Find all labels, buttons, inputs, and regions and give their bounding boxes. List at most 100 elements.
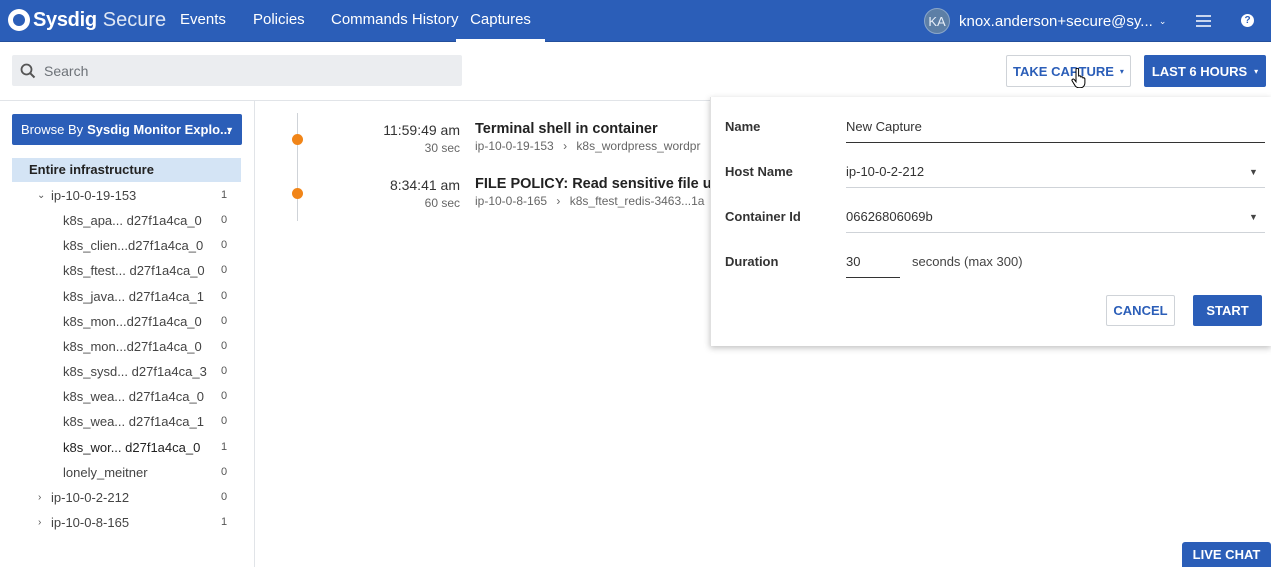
- caret-down-icon[interactable]: ▼: [1249, 167, 1258, 177]
- container-id-label: Container Id: [725, 209, 801, 224]
- event-time: 8:34:41 am: [389, 177, 460, 193]
- tree-item-container[interactable]: k8s_clien...d27f1a4ca_0 0: [0, 233, 254, 258]
- tree-item-count: 0: [221, 214, 228, 226]
- take-capture-label: TAKE CAPTURE: [1013, 63, 1114, 79]
- container-id-select[interactable]: 06626806069b: [846, 209, 933, 224]
- nav-item-captures[interactable]: Captures: [456, 0, 545, 42]
- tree-item-container[interactable]: k8s_wor... d27f1a4ca_0 1: [0, 435, 254, 460]
- event-title[interactable]: FILE POLICY: Read sensitive file un: [475, 176, 720, 192]
- tree-item-count: 0: [221, 264, 228, 276]
- chevron-down-icon[interactable]: ⌄: [37, 183, 45, 208]
- nav-item-commands-history[interactable]: Commands History: [331, 0, 459, 42]
- tree-item-container[interactable]: k8s_mon...d27f1a4ca_0 0: [0, 334, 254, 359]
- event-title[interactable]: Terminal shell in container: [475, 121, 658, 137]
- container-underline: [846, 232, 1265, 233]
- caret-down-icon: ▾: [1254, 66, 1259, 76]
- time-range-button[interactable]: LAST 6 HOURS ▾: [1144, 55, 1266, 87]
- tree-item-container[interactable]: k8s_mon...d27f1a4ca_0 0: [0, 309, 254, 334]
- time-range-label: LAST 6 HOURS: [1151, 63, 1248, 79]
- name-underline: [846, 142, 1265, 143]
- user-menu[interactable]: KA knox.anderson+secure@sy... ⌄: [924, 8, 1166, 34]
- host-underline: [846, 187, 1265, 188]
- host-name-select[interactable]: ip-10-0-2-212: [846, 164, 924, 179]
- event-container: k8s_ftest_redis-3463...1a: [569, 194, 705, 208]
- tree-item-container[interactable]: k8s_wea... d27f1a4ca_0 0: [0, 384, 254, 409]
- tree-item-count: 0: [221, 491, 228, 503]
- tree-item-count: 0: [221, 415, 228, 427]
- tree-item-entire-infrastructure[interactable]: Entire infrastructure: [12, 158, 241, 182]
- tree-item-label: k8s_wea... d27f1a4ca_0: [63, 389, 204, 404]
- hamburger-menu-icon[interactable]: [1196, 15, 1211, 27]
- tree-item-container[interactable]: k8s_sysd... d27f1a4ca_3 0: [0, 359, 254, 384]
- tree-item-label: k8s_mon...d27f1a4ca_0: [63, 339, 202, 354]
- tree-item-label: ip-10-0-19-153: [51, 188, 137, 203]
- name-label: Name: [725, 119, 761, 134]
- caret-down-icon[interactable]: ▼: [1249, 212, 1258, 222]
- event-duration: 60 sec: [424, 196, 460, 210]
- nav-item-policies[interactable]: Policies: [253, 0, 305, 42]
- tree-item-label: ip-10-0-2-212: [51, 490, 130, 505]
- tree-item-host[interactable]: › ip-10-0-2-212 0: [0, 485, 254, 510]
- tree-item-label: k8s_ftest... d27f1a4ca_0: [63, 263, 205, 278]
- tree-item-label: lonely_meitner: [63, 465, 148, 480]
- event-location: ip-10-0-19-153 › k8s_wordpress_wordpr: [475, 139, 700, 153]
- top-nav-bar: Sysdig Secure Events Policies Commands H…: [0, 0, 1271, 42]
- duration-label: Duration: [725, 254, 779, 269]
- search-bar: [12, 55, 462, 86]
- event-container: k8s_wordpress_wordpr: [576, 139, 701, 153]
- tree-item-count: 0: [221, 290, 228, 302]
- event-time: 11:59:49 am: [383, 122, 460, 138]
- search-input[interactable]: [44, 62, 444, 79]
- tree-item-container[interactable]: lonely_meitner 0: [0, 460, 254, 485]
- brand-product: Secure: [102, 8, 167, 31]
- tree-item-host[interactable]: › ip-10-0-8-165 1: [0, 510, 254, 535]
- event-location: ip-10-0-8-165 › k8s_ftest_redis-3463...1…: [475, 194, 704, 208]
- tree-item-label: k8s_mon...d27f1a4ca_0: [63, 314, 202, 329]
- tree-item-container[interactable]: k8s_wea... d27f1a4ca_1 0: [0, 409, 254, 434]
- tree-item-label: k8s_clien...d27f1a4ca_0: [63, 238, 204, 253]
- search-icon: [20, 63, 36, 78]
- event-host: ip-10-0-19-153: [475, 139, 554, 153]
- take-capture-button[interactable]: TAKE CAPTURE ▾: [1006, 55, 1131, 87]
- help-icon[interactable]: ?: [1241, 14, 1254, 27]
- tree-item-count: 0: [221, 315, 228, 327]
- sysdig-logo[interactable]: Sysdig Secure: [8, 7, 166, 33]
- sysdig-logo-icon: [8, 9, 30, 31]
- cancel-button[interactable]: CANCEL: [1106, 295, 1175, 326]
- tree-item-count: 1: [221, 516, 228, 528]
- duration-hint: seconds (max 300): [912, 254, 1023, 269]
- chevron-right-icon: ›: [563, 139, 568, 153]
- event-host: ip-10-0-8-165: [475, 194, 548, 208]
- nav-item-events[interactable]: Events: [180, 0, 226, 42]
- chevron-right-icon[interactable]: ›: [38, 510, 41, 535]
- capture-name-input[interactable]: New Capture: [846, 119, 922, 134]
- tree-item-count: 0: [221, 239, 228, 251]
- caret-down-icon: ▾: [1119, 66, 1124, 76]
- chevron-right-icon: ›: [556, 194, 561, 208]
- tree-item-container[interactable]: k8s_ftest... d27f1a4ca_0 0: [0, 258, 254, 283]
- tree-item-container[interactable]: k8s_java... d27f1a4ca_1 0: [0, 284, 254, 309]
- browse-by-prefix: Browse By: [21, 122, 84, 137]
- user-email: knox.anderson+secure@sy...: [959, 12, 1153, 30]
- chevron-down-icon: ⌄: [1158, 15, 1167, 26]
- tree-item-label: k8s_wea... d27f1a4ca_1: [63, 414, 204, 429]
- tree-item-count: 1: [221, 441, 228, 453]
- live-chat-button[interactable]: LIVE CHAT: [1182, 542, 1271, 567]
- hand-cursor-icon: [1071, 68, 1086, 88]
- tree-item-label: k8s_apa... d27f1a4ca_0: [63, 213, 202, 228]
- host-name-label: Host Name: [725, 164, 793, 179]
- tree-item-label: ip-10-0-8-165: [51, 515, 130, 530]
- start-button[interactable]: START: [1193, 295, 1262, 326]
- take-capture-popover: Name New Capture Host Name ip-10-0-2-212…: [710, 97, 1271, 346]
- tree-item-container[interactable]: k8s_apa... d27f1a4ca_0 0: [0, 208, 254, 233]
- tree-item-host[interactable]: ⌄ ip-10-0-19-153 1: [0, 183, 254, 208]
- duration-input[interactable]: 30: [846, 254, 860, 269]
- chevron-right-icon[interactable]: ›: [38, 485, 41, 510]
- duration-underline: [846, 277, 900, 278]
- browse-by-dropdown[interactable]: Browse By Sysdig Monitor Explo... ▼: [12, 114, 242, 145]
- tree-item-label: k8s_java... d27f1a4ca_1: [63, 289, 204, 304]
- brand-name: Sysdig: [33, 8, 97, 31]
- browse-by-value: Sysdig Monitor Explo...: [87, 122, 231, 137]
- tree-item-count: 0: [221, 340, 228, 352]
- tree-item-label: k8s_sysd... d27f1a4ca_3: [63, 364, 207, 379]
